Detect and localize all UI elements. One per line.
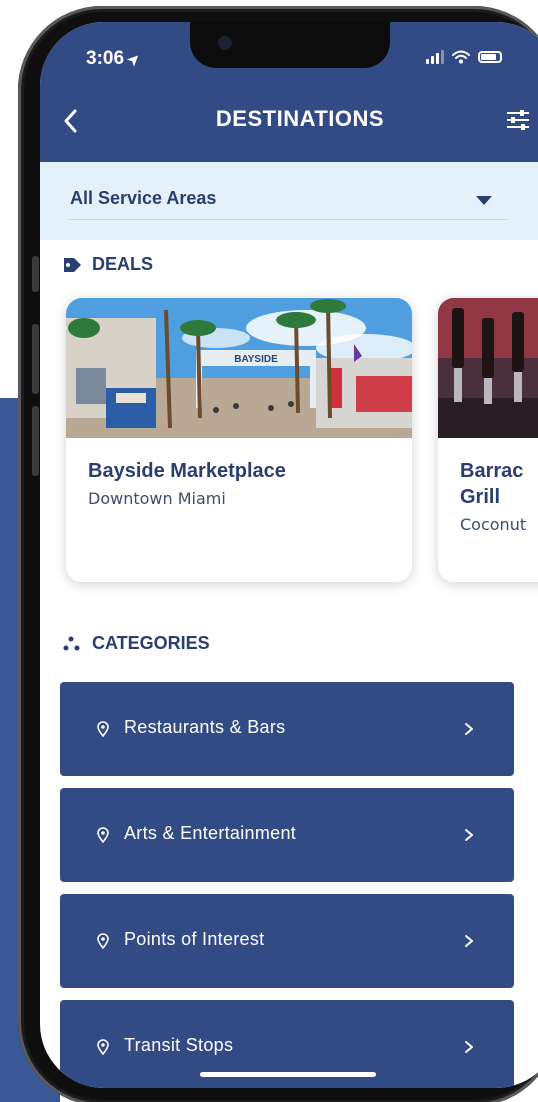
category-label: Transit Stops xyxy=(124,1035,234,1055)
deals-heading: DEALS xyxy=(62,254,153,275)
category-label: Restaurants & Bars xyxy=(124,717,286,737)
deal-card-barracuda[interactable]: Barrac Grill Coconut xyxy=(438,298,538,582)
map-pin-icon xyxy=(97,1039,109,1055)
filter-sliders-icon[interactable] xyxy=(506,110,530,130)
battery-icon xyxy=(478,51,502,63)
map-pin-icon xyxy=(97,933,109,949)
app-screen: 3:06➤ DESTINATIONS All Service Areas DEA… xyxy=(40,22,538,1088)
service-area-underline xyxy=(68,219,508,220)
chevron-right-icon xyxy=(465,1041,473,1053)
tag-icon xyxy=(64,257,81,272)
category-points-of-interest[interactable]: Points of Interest xyxy=(60,894,514,988)
chevron-right-icon xyxy=(465,723,473,735)
chevron-right-icon xyxy=(465,829,473,841)
categories-heading: CATEGORIES xyxy=(62,633,210,654)
deals-heading-text: DEALS xyxy=(92,254,154,274)
chevron-right-icon xyxy=(465,935,473,947)
deal-name: Bayside Marketplace xyxy=(88,460,286,482)
service-area-select[interactable]: All Service Areas xyxy=(70,188,216,209)
map-pin-icon xyxy=(97,827,109,843)
side-button-volume-up xyxy=(32,324,39,394)
dots-icon xyxy=(63,636,80,650)
signal-icon xyxy=(426,50,444,64)
category-restaurants-bars[interactable]: Restaurants & Bars xyxy=(60,682,514,776)
status-time-text: 3:06 xyxy=(86,48,125,69)
map-pin-icon xyxy=(97,721,109,737)
category-label: Points of Interest xyxy=(124,929,265,949)
categories-heading-text: CATEGORIES xyxy=(92,633,210,653)
camera xyxy=(218,36,232,50)
deal-location: Coconut xyxy=(460,515,527,534)
deal-card-bayside[interactable]: BAYSIDE Bayside Marketplace Downtown Mia… xyxy=(66,298,412,582)
side-button-volume-down xyxy=(32,406,39,476)
notch xyxy=(190,22,390,68)
side-button-mute xyxy=(32,256,39,292)
status-time: 3:06➤ xyxy=(86,48,143,70)
page-title: DESTINATIONS xyxy=(215,106,385,131)
deal-photo-barracuda xyxy=(438,298,538,438)
chevron-down-icon[interactable] xyxy=(476,196,492,205)
category-arts-entertainment[interactable]: Arts & Entertainment xyxy=(60,788,514,882)
category-label: Arts & Entertainment xyxy=(124,823,297,843)
home-indicator[interactable] xyxy=(200,1072,376,1077)
deal-name: Barrac Grill xyxy=(460,460,524,508)
deal-location: Downtown Miami xyxy=(88,489,226,508)
wifi-icon xyxy=(452,50,470,64)
status-icons xyxy=(426,50,502,64)
deal-photo-bayside: BAYSIDE xyxy=(66,298,412,438)
photo-sign-text: BAYSIDE xyxy=(234,354,278,365)
